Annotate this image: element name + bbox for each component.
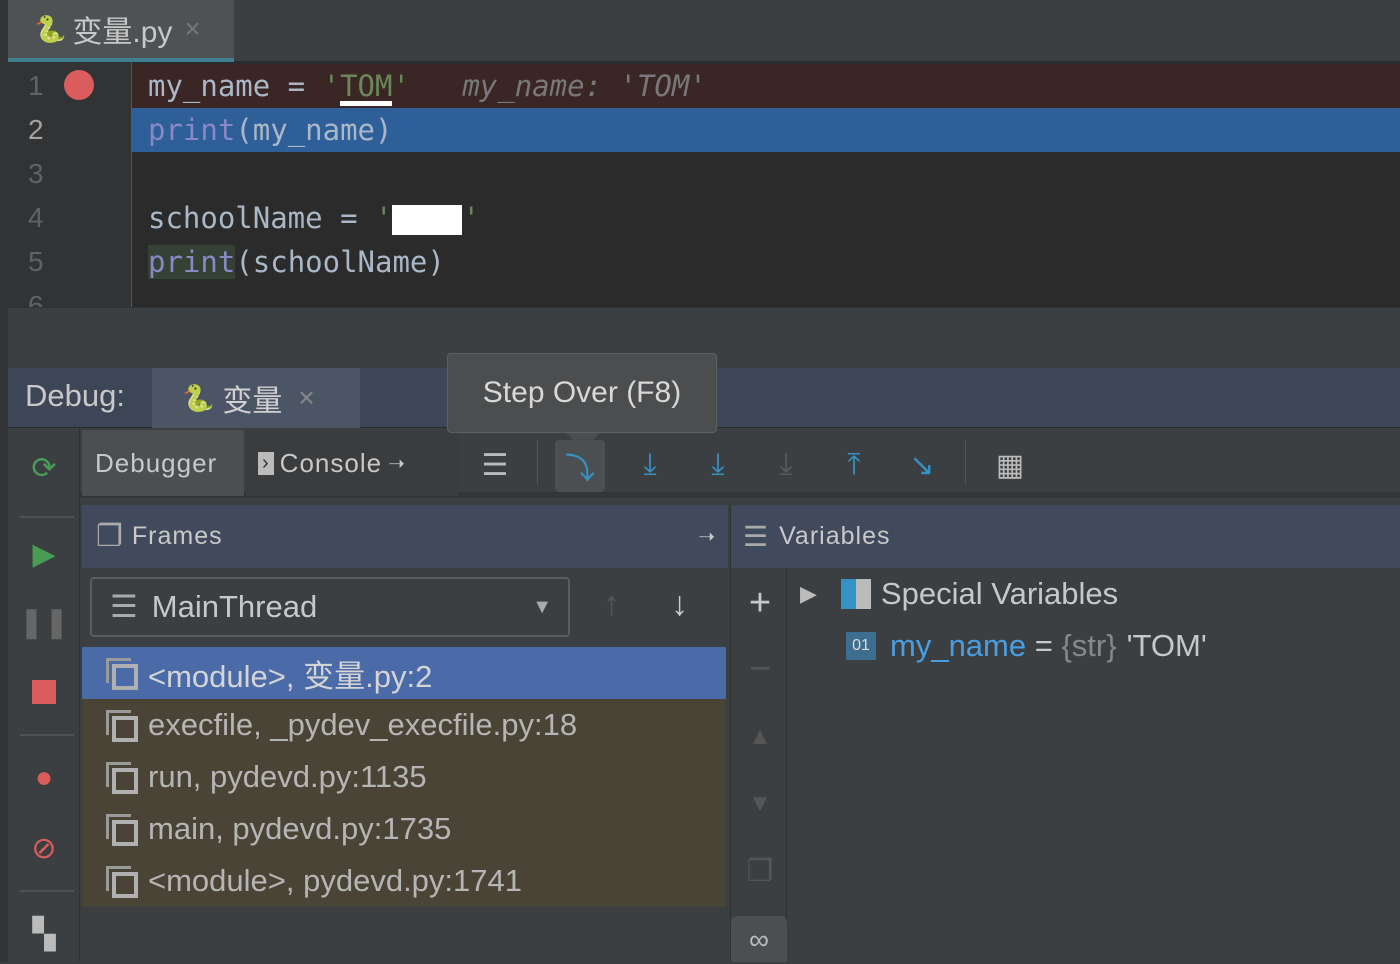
resume-icon[interactable]: ▶ (28, 538, 60, 571)
variables-toolbar: + − ▲ ▼ ❐ ∞ (730, 568, 787, 962)
redacted-value (392, 205, 463, 235)
expand-arrow-icon[interactable]: ▶ (800, 581, 817, 607)
step-out-icon[interactable]: ⤒ (829, 440, 879, 490)
variable-row[interactable]: 01 my_name = {str} 'TOM' (846, 628, 1207, 664)
close-icon[interactable]: × (298, 382, 314, 414)
frame-icon (106, 658, 138, 690)
string-value: TOM (340, 71, 393, 106)
breakpoint-icon[interactable] (64, 70, 94, 100)
separator (20, 890, 74, 892)
window-edge (0, 0, 8, 962)
frames-header: ❐ Frames ➝ (82, 505, 728, 568)
force-step-into-icon[interactable]: ⤓ (761, 440, 811, 490)
debug-side-toolbar: ⟳ ▶ ❚❚ ● ⊘ ▚ (8, 428, 80, 962)
line-number: 2 (28, 114, 44, 145)
string-type-icon: 01 (846, 632, 876, 660)
run-to-cursor-icon[interactable]: ↘ (897, 440, 947, 490)
debug-label: Debug: (25, 378, 125, 413)
debug-session-label: 变量 (222, 385, 283, 418)
console-icon: › (258, 451, 274, 475)
variables-title: Variables (779, 522, 891, 550)
move-down-icon[interactable]: ▼ (745, 790, 775, 818)
pin-icon[interactable]: ➝ (698, 524, 716, 549)
python-file-icon: 🐍 (34, 13, 67, 44)
code-line-5: print(schoolName) (148, 245, 445, 279)
pin-icon[interactable]: ➝ (388, 451, 406, 476)
special-variables-label: Special Variables (880, 576, 1119, 611)
chevron-down-icon: ▼ (532, 595, 552, 618)
mute-breakpoints-icon[interactable]: ⊘ (28, 832, 60, 865)
thread-name: MainThread (151, 589, 318, 624)
frame-icon (106, 814, 138, 846)
variables-icon: ☰ (743, 521, 770, 552)
tab-debugger[interactable]: Debugger (82, 430, 244, 496)
frame-icon (106, 762, 138, 794)
line-number: 1 (28, 70, 44, 101)
separator (20, 516, 74, 518)
frames-icon: ❐ (96, 520, 124, 553)
variable-value: 'TOM' (1126, 628, 1207, 663)
separator (537, 440, 538, 484)
layout-icon[interactable]: ▚ (28, 918, 60, 951)
variables-header: ☰ Variables (730, 505, 1400, 568)
line-number: 5 (28, 246, 44, 277)
python-icon: 🐍 (182, 382, 215, 413)
editor-gutter[interactable]: 1 2 3 4 5 6 (8, 62, 132, 307)
copy-watch-icon[interactable]: ❐ (745, 854, 775, 889)
editor-tab[interactable]: 🐍 变量.py × (8, 0, 234, 62)
line-number: 3 (28, 158, 44, 189)
tooltip: Step Over (F8) (447, 353, 717, 450)
remove-watch-icon[interactable]: − (745, 648, 775, 691)
frame-row[interactable]: <module>, pydevd.py:1741 (82, 855, 726, 907)
stop-icon[interactable] (28, 676, 60, 708)
editor-tab-label: 变量.py (72, 16, 173, 49)
rerun-icon[interactable]: ⟳ (28, 452, 60, 485)
line-number: 6 (28, 290, 44, 307)
frame-row[interactable]: run, pydevd.py:1135 (82, 751, 726, 803)
close-icon[interactable]: × (184, 13, 200, 45)
view-breakpoints-icon[interactable]: ● (28, 761, 60, 794)
code-line-1: my_name = 'TOM' my_name: 'TOM' (132, 64, 1400, 108)
tab-console[interactable]: › Console ➝ (246, 430, 458, 496)
separator (20, 734, 74, 736)
next-frame-icon[interactable]: ↓ (671, 585, 688, 624)
move-up-icon[interactable]: ▲ (745, 723, 775, 751)
code-line-2-current: print(my_name) (132, 108, 1400, 152)
step-into-my-code-icon[interactable]: ⤓ (693, 440, 743, 490)
pause-icon[interactable]: ❚❚ (19, 606, 69, 639)
tab-console-label: Console (279, 447, 383, 478)
debug-session-tab[interactable]: 🐍 变量 × (152, 368, 360, 428)
variable-type: {str} (1061, 628, 1117, 663)
frame-icon (106, 710, 138, 742)
frame-icon (106, 866, 138, 898)
show-execution-point-icon[interactable]: ☰ (470, 440, 520, 490)
previous-frame-icon[interactable]: ↑ (603, 585, 620, 624)
thread-selector[interactable]: ☰ MainThread ▼ (90, 577, 570, 637)
show-watches-icon[interactable]: ∞ (731, 916, 787, 962)
separator (965, 440, 966, 484)
frame-row[interactable]: execfile, _pydev_execfile.py:18 (82, 699, 726, 751)
variable-name: my_name (890, 628, 1027, 663)
frame-row[interactable]: main, pydevd.py:1735 (82, 803, 726, 855)
frame-row[interactable]: <module>, 变量.py:2 (82, 647, 726, 699)
line-number: 4 (28, 202, 44, 233)
step-into-icon[interactable]: ⤓ (625, 440, 675, 490)
code-line-4: schoolName = ' ' (148, 201, 480, 235)
inline-value-hint: my_name: 'TOM' (462, 69, 707, 103)
thread-icon: ☰ (110, 589, 138, 624)
special-variables-icon (840, 579, 871, 609)
variable-row-special[interactable]: ▶ Special Variables (800, 576, 1118, 612)
evaluate-expression-icon[interactable]: ▦ (985, 440, 1035, 490)
frames-title: Frames (131, 522, 223, 550)
add-watch-icon[interactable]: + (745, 582, 775, 625)
